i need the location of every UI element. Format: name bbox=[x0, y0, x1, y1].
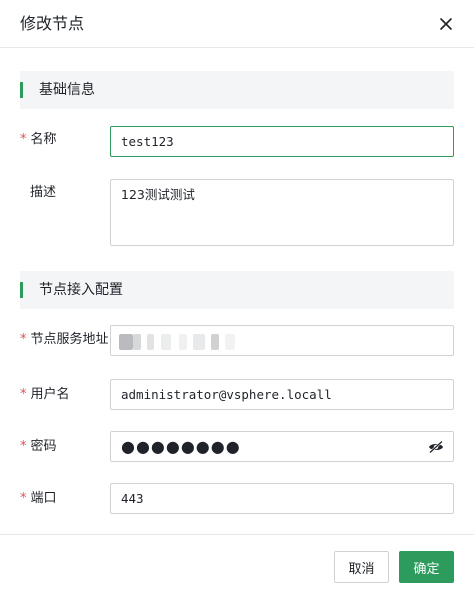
required-mark: * bbox=[20, 491, 27, 506]
name-label: * 名称 bbox=[20, 132, 57, 147]
close-button[interactable] bbox=[434, 12, 458, 36]
description-textarea[interactable]: 123测试测试 bbox=[110, 179, 454, 246]
confirm-button[interactable]: 确定 bbox=[399, 551, 454, 583]
section-title: 节点接入配置 bbox=[39, 282, 123, 298]
port-input[interactable]: 443 bbox=[110, 483, 454, 514]
dialog-title: 修改节点 bbox=[20, 14, 85, 33]
section-title: 基础信息 bbox=[39, 82, 95, 98]
username-input[interactable]: administrator@vsphere.locall bbox=[110, 379, 454, 410]
required-mark: * bbox=[20, 387, 27, 402]
close-icon bbox=[440, 18, 452, 30]
required-mark: * bbox=[20, 332, 27, 347]
address-label: * 节点服务地址 bbox=[20, 332, 109, 347]
password-input[interactable]: ●●●●●●●● bbox=[110, 431, 454, 462]
section-accent-bar bbox=[20, 282, 23, 298]
section-accent-bar bbox=[20, 82, 23, 98]
section-basic-info: 基础信息 bbox=[20, 71, 454, 109]
dialog-header: 修改节点 bbox=[0, 0, 474, 48]
username-label: * 用户名 bbox=[20, 387, 70, 402]
cancel-button[interactable]: 取消 bbox=[334, 551, 389, 583]
name-input[interactable]: test123 bbox=[110, 126, 454, 157]
password-label: * 密码 bbox=[20, 439, 57, 454]
dialog-footer: 取消 确定 bbox=[0, 534, 474, 602]
description-label: 描述 bbox=[30, 185, 57, 200]
section-access-config: 节点接入配置 bbox=[20, 271, 454, 309]
address-input[interactable] bbox=[110, 325, 454, 356]
port-label: * 端口 bbox=[20, 491, 57, 506]
required-mark: * bbox=[20, 132, 27, 147]
required-mark: * bbox=[20, 439, 27, 454]
edit-node-dialog: 修改节点 基础信息 * 名称 test123 描述 123测试测试 节点接入配置 … bbox=[0, 0, 474, 602]
password-value: ●●●●●●●● bbox=[121, 437, 241, 456]
eye-icon[interactable] bbox=[428, 440, 444, 454]
redacted-value bbox=[119, 332, 249, 350]
